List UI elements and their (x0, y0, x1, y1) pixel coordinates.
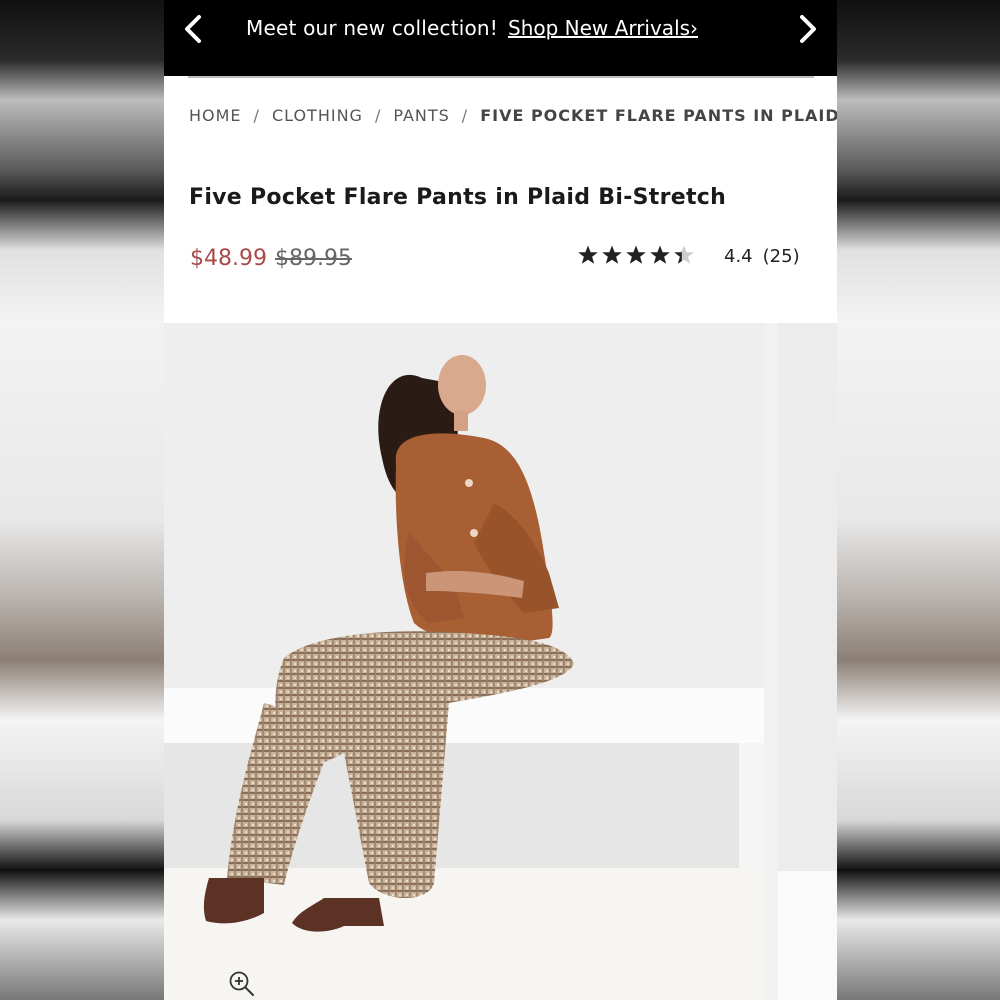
breadcrumb-current: FIVE POCKET FLARE PANTS IN PLAID BI… (480, 106, 837, 125)
breadcrumb-separator: / (253, 106, 260, 125)
star-icon (649, 244, 671, 266)
breadcrumb-separator: / (461, 106, 469, 125)
divider (188, 76, 814, 78)
product-title: Five Pocket Flare Pants in Plaid Bi-Stre… (189, 185, 727, 210)
shop-new-arrivals-link[interactable]: Shop New Arrivals› (508, 16, 698, 40)
product-page: Meet our new collection! Shop New Arriva… (164, 0, 837, 1000)
review-count[interactable]: (25) (763, 246, 800, 267)
promo-banner: Meet our new collection! Shop New Arriva… (164, 0, 837, 76)
background-left (0, 0, 164, 1000)
breadcrumb-clothing[interactable]: CLOTHING (272, 106, 363, 125)
star-icon (673, 244, 695, 266)
star-icon (577, 244, 599, 266)
zoom-in-icon[interactable] (228, 970, 256, 998)
promo-message: Meet our new collection! (246, 16, 499, 40)
background-right (837, 0, 1000, 1000)
next-image-preview (778, 871, 837, 1000)
breadcrumb-separator: / (374, 106, 382, 125)
original-price: $89.95 (275, 246, 352, 271)
rating-summary[interactable]: 4.4 (25) (724, 246, 800, 267)
star-rating[interactable] (577, 244, 695, 266)
product-image[interactable] (164, 323, 764, 1000)
rating-value: 4.4 (724, 246, 753, 267)
sale-price: $48.99 (190, 246, 267, 271)
chevron-left-icon[interactable] (179, 14, 209, 44)
next-product-image[interactable] (778, 323, 837, 1000)
chevron-right-icon[interactable] (792, 14, 822, 44)
star-icon (625, 244, 647, 266)
breadcrumb: HOME / CLOTHING / PANTS / FIVE POCKET FLARE PA… (189, 106, 837, 125)
star-icon (601, 244, 623, 266)
breadcrumb-home[interactable]: HOME (189, 106, 242, 125)
breadcrumb-pants[interactable]: PANTS (393, 106, 449, 125)
